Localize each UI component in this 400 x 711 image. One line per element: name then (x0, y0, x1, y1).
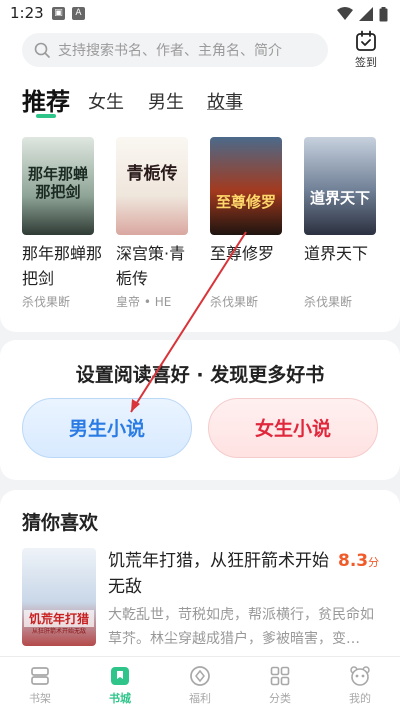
tab-male[interactable]: 男生 (148, 88, 184, 114)
score-value: 8.3 (338, 551, 369, 571)
male-novel-button[interactable]: 男生小说 (22, 398, 192, 458)
book-title: 深宫策·青栀传 (116, 244, 186, 288)
book-cover: 青栀传 (116, 137, 188, 235)
book-cover-text: 道界天下 (309, 189, 370, 207)
tab-story[interactable]: 故事 (207, 88, 243, 114)
wifi-icon (337, 7, 353, 20)
book-cover: 道界天下 (304, 137, 376, 235)
signal-icon (359, 7, 373, 21)
book-cover-text: 那年那蝉那把剑 (27, 165, 88, 201)
status-time: 1:23 (10, 4, 44, 22)
nav-bookshelf[interactable]: 书架 (10, 657, 70, 711)
book-cover-text: 青栀传 (126, 164, 178, 184)
cover-title-text: 饥荒年打猎 (24, 610, 94, 627)
book-title: 那年那蝉那把剑 (22, 244, 103, 288)
bookshelf-icon (31, 667, 49, 685)
score-unit: 分 (368, 556, 380, 569)
nav-label: 福利 (189, 692, 211, 705)
tab-female[interactable]: 女生 (88, 88, 124, 114)
recommended-book-description: 大乾乱世，苛税如虎，帮派横行，贫民命如草芥。林尘穿越成猎户，爹被暗害，变… (108, 607, 374, 647)
status-bar: 1:23 ▣ A (0, 0, 400, 28)
calendar-check-icon (356, 30, 376, 51)
search-icon (34, 42, 50, 58)
book-tag: 杀伐果断 (210, 295, 259, 309)
nav-welfare[interactable]: 福利 (170, 657, 230, 711)
book-cover: 至尊修罗 (210, 137, 282, 235)
book-title: 至尊修罗 (210, 244, 275, 263)
preference-title: 设置阅读喜好 · 发现更多好书 (75, 364, 325, 386)
search-input[interactable]: 支持搜索书名、作者、主角名、简介 (22, 33, 328, 67)
book-score: 8.3分 (338, 551, 379, 571)
section-title: 猜你喜欢 (22, 512, 99, 534)
book-cover-text: 至尊修罗 (215, 193, 276, 211)
image-notification-icon: ▣ (52, 7, 65, 20)
search-placeholder: 支持搜索书名、作者、主角名、简介 (58, 43, 282, 59)
nav-label: 分类 (269, 692, 291, 705)
nav-label: 书城 (109, 692, 131, 705)
book-tag: 皇帝 • HE (116, 295, 172, 309)
recommended-book-title[interactable]: 饥荒年打猎，从狂肝箭术开始无敌 (108, 548, 330, 600)
grid-icon (270, 666, 290, 686)
female-novel-button[interactable]: 女生小说 (208, 398, 378, 458)
panda-face-icon (350, 666, 370, 686)
sign-in-label: 签到 (355, 56, 377, 69)
cover-subtitle-text: 从狂肝箭术开始无敌 (31, 628, 86, 635)
nav-label: 我的 (349, 692, 371, 705)
recommended-book-cover[interactable]: 饥荒年打猎 从狂肝箭术开始无敌 (22, 548, 96, 646)
nav-category[interactable]: 分类 (250, 657, 310, 711)
nav-profile[interactable]: 我的 (330, 657, 390, 711)
bottom-navigation: 书架 书城 福利 分类 我的 (0, 656, 400, 711)
nav-label: 书架 (29, 692, 51, 705)
active-tab-indicator (36, 114, 56, 118)
book-title: 道界天下 (304, 244, 369, 263)
a-notification-icon: A (72, 7, 85, 20)
battery-icon (379, 6, 388, 21)
bookstore-icon (111, 667, 129, 685)
tab-recommend[interactable]: 推荐 (22, 82, 70, 117)
book-tag: 杀伐果断 (304, 295, 353, 309)
sign-in-button[interactable]: 签到 (346, 28, 386, 70)
book-tag: 杀伐果断 (22, 295, 71, 309)
coin-icon (190, 666, 210, 686)
nav-bookstore[interactable]: 书城 (90, 657, 150, 711)
book-cover: 那年那蝉那把剑 (22, 137, 94, 235)
